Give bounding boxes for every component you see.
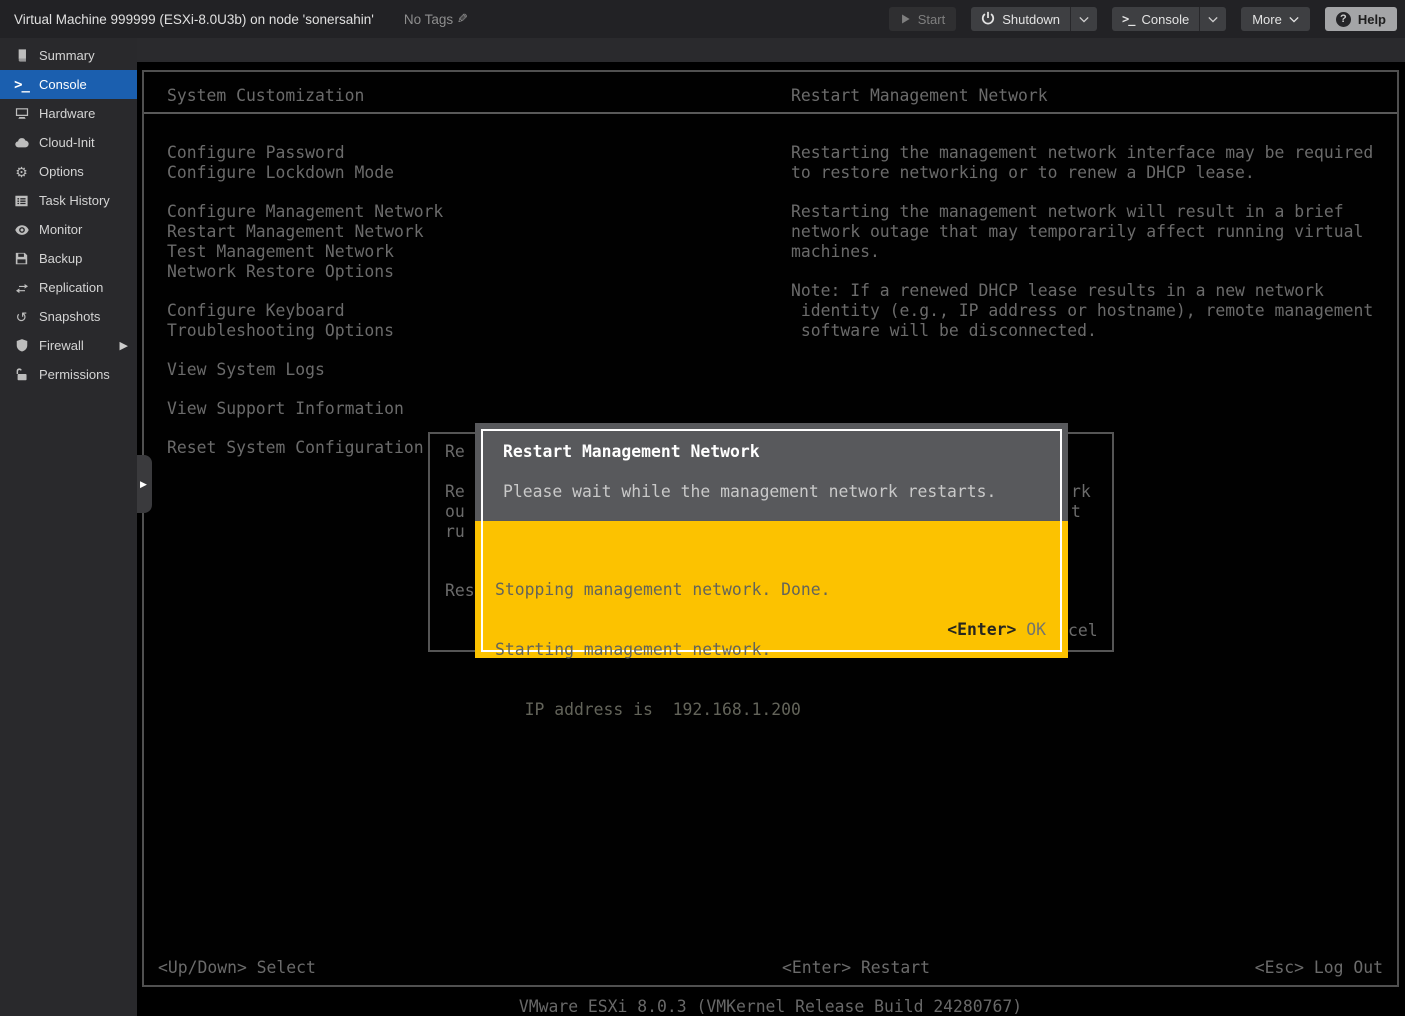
dialog-text-fragment: ru (445, 522, 465, 541)
chevron-down-icon (1289, 16, 1299, 23)
more-button[interactable]: More (1241, 7, 1310, 31)
dialog-ok-hint[interactable]: <Enter> OK (947, 620, 1046, 640)
sidebar-item-summary[interactable]: Summary (0, 41, 137, 70)
start-button[interactable]: Start (888, 7, 957, 31)
dialog-title: Restart Management Network (503, 442, 760, 461)
log-line: IP address is 192.168.1.200 (495, 700, 801, 719)
dialog-text-fragment: ou (445, 502, 465, 521)
dcui-paragraph: Note: If a renewed DHCP lease results in… (791, 281, 1374, 340)
history-icon: ↺ (15, 308, 28, 325)
sidebar-item-console[interactable]: >_ Console (0, 70, 137, 99)
dialog-header (475, 423, 1068, 521)
sidebar-item-options[interactable]: ⚙ Options (0, 157, 137, 186)
shield-icon (13, 339, 30, 352)
edit-tags-pencil-icon[interactable]: ✎ (457, 11, 468, 27)
vnc-screen[interactable]: System Customization Restart Management … (142, 70, 1399, 987)
tags-control[interactable]: No Tags ✎ (404, 11, 468, 27)
dcui-right-title: Restart Management Network (791, 86, 1048, 105)
dialog-text-fragment: cel (1068, 621, 1098, 640)
sidebar-item-cloud-init[interactable]: Cloud-Init (0, 128, 137, 157)
dcui-hint-select: <Up/Down> Select (158, 958, 316, 977)
dcui-menu-item[interactable]: Configure Management Network (167, 202, 443, 222)
dcui-info-text: Restarting the management network interf… (791, 143, 1373, 360)
dialog-text-fragment: Re (445, 442, 465, 461)
dcui-menu-item[interactable]: Configure Password (167, 143, 443, 163)
gear-icon: ⚙ (15, 163, 28, 180)
sidebar-item-monitor[interactable]: Monitor (0, 215, 137, 244)
dcui-menu-item[interactable]: View Support Information (167, 399, 443, 419)
dialog-text-fragment: Res (445, 581, 475, 600)
no-tags-label: No Tags (403, 11, 454, 27)
dcui-menu-item[interactable]: Network Restore Options (167, 262, 443, 282)
console-panel: System Customization Restart Management … (137, 38, 1405, 1016)
dcui-menu-item[interactable]: Restart Management Network (167, 222, 443, 242)
list-icon (13, 195, 30, 207)
esxi-version-line: VMware ESXi 8.0.3 (VMKernel Release Buil… (518, 997, 1023, 1016)
terminal-icon: >_ (14, 76, 30, 93)
dcui-hint-restart: <Enter> Restart (782, 958, 931, 977)
dcui-paragraph: Restarting the management network will r… (791, 202, 1364, 261)
shutdown-button[interactable]: Shutdown (971, 7, 1070, 31)
dcui-menu-item[interactable]: Test Management Network (167, 242, 443, 262)
question-icon: ? (1335, 11, 1351, 27)
dialog-message: Please wait while the management network… (503, 482, 997, 501)
dialog-text-fragment: t (1071, 502, 1081, 521)
dcui-menu-item[interactable]: View System Logs (167, 360, 443, 380)
dialog-text-fragment: rk (1071, 482, 1091, 501)
novnc-toolbar-handle[interactable]: ▶ (137, 455, 152, 513)
floppy-icon (13, 252, 30, 265)
shutdown-split-button: Shutdown (971, 7, 1098, 31)
log-line: Stopping management network. Done. (495, 580, 831, 599)
unlock-icon (13, 368, 30, 381)
console-menu-caret[interactable] (1200, 7, 1226, 31)
dialog-log: Stopping management network. Done. Start… (495, 540, 831, 760)
sidebar-item-snapshots[interactable]: ↺ Snapshots (0, 302, 137, 331)
sidebar-item-replication[interactable]: Replication (0, 273, 137, 302)
dcui-menu-item[interactable]: Reset System Configuration (167, 438, 443, 458)
terminal-icon: >_ (1122, 12, 1135, 26)
shutdown-menu-caret[interactable] (1071, 7, 1097, 31)
dcui-menu-item[interactable]: Configure Lockdown Mode (167, 163, 443, 183)
display-icon (13, 107, 30, 120)
sidebar-item-backup[interactable]: Backup (0, 244, 137, 273)
top-bar: Virtual Machine 999999 (ESXi-8.0U3b) on … (0, 0, 1405, 38)
sync-arrows-icon (13, 282, 30, 294)
dcui-hint-logout: <Esc> Log Out (1254, 958, 1383, 977)
sidebar-item-firewall[interactable]: Firewall ▶ (0, 331, 137, 360)
sidebar-item-task-history[interactable]: Task History (0, 186, 137, 215)
submenu-caret-icon: ▶ (119, 340, 128, 352)
eye-icon (13, 224, 30, 235)
book-icon (13, 49, 30, 62)
console-toolbar-strip (137, 38, 1405, 62)
caret-right-icon: ▶ (140, 478, 147, 489)
console-button[interactable]: >_ Console (1112, 7, 1199, 31)
play-icon (900, 13, 911, 25)
dcui-menu: Configure Password Configure Lockdown Mod… (167, 143, 443, 477)
dcui-title-rule (144, 112, 1397, 114)
sidebar-item-hardware[interactable]: Hardware (0, 99, 137, 128)
cloud-icon (13, 137, 30, 148)
power-icon (981, 11, 995, 28)
vm-title: Virtual Machine 999999 (ESXi-8.0U3b) on … (14, 11, 374, 27)
dialog-text-fragment: Re (445, 482, 465, 501)
console-split-button: >_ Console (1112, 7, 1227, 31)
dcui-menu-item[interactable]: Configure Keyboard (167, 301, 443, 321)
sidebar-item-permissions[interactable]: Permissions (0, 360, 137, 389)
dcui-paragraph: Restarting the management network interf… (791, 143, 1374, 182)
help-button[interactable]: ? Help (1324, 7, 1397, 31)
dcui-menu-item[interactable]: Troubleshooting Options (167, 321, 443, 341)
restart-network-dialog: Restart Management Network Please wait w… (475, 423, 1068, 719)
log-line: Starting management network. (495, 640, 772, 659)
dcui-left-title: System Customization (167, 86, 365, 105)
sidebar: Summary >_ Console Hardware Cloud-Init ⚙… (0, 38, 137, 1016)
action-buttons: Start Shutdown >_ Console More ? Help (888, 7, 1405, 31)
